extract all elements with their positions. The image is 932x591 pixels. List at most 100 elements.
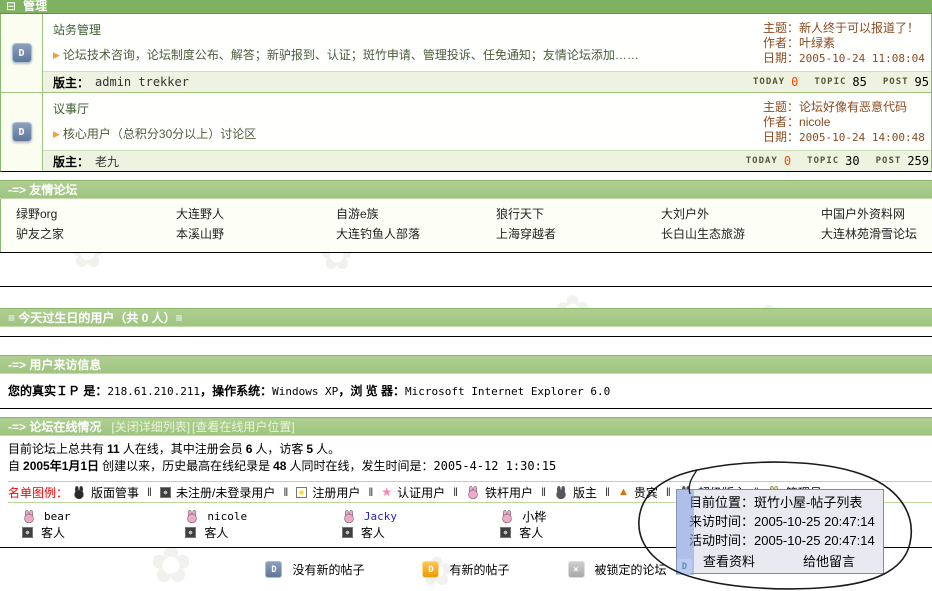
category-header-bar: ⊟ 管理	[0, 0, 932, 14]
username-link[interactable]: nicole	[207, 510, 247, 523]
guest-status-icon	[342, 527, 353, 538]
guest-bunny-icon	[500, 510, 514, 523]
online-stats-line1: 目前论坛上总共有11人在线，其中注册会员6人，访客5人。	[8, 441, 932, 458]
board-manager-bunny-icon	[72, 486, 86, 499]
friend-forum-link[interactable]: 狼行天下	[496, 206, 661, 223]
topic-count: 85	[852, 75, 866, 89]
location-label: 目前位置：	[689, 495, 754, 510]
view-online-users-link[interactable]: [查看在线用户位置]	[192, 418, 295, 435]
visit-time-value: 2005-10-25 20:47:14	[754, 514, 875, 529]
legend-label: 名单图例：	[8, 484, 68, 501]
category-title: 管理	[23, 0, 47, 13]
forum-name-link[interactable]: 议事厅	[53, 100, 89, 117]
forum-icon-cell: D	[1, 14, 43, 92]
moderator-bunny-icon	[554, 486, 568, 499]
last-subject-label: 主题：	[763, 100, 799, 114]
online-header-bar: -=> 论坛在线情况 [关闭详细列表][查看在线用户位置]	[0, 417, 932, 436]
friend-forum-link[interactable]: 长白山生态旅游	[661, 226, 821, 243]
visitor-os: Windows XP	[272, 385, 338, 398]
new-posts-icon: D	[422, 561, 439, 578]
visitor-section: -=> 用户来访信息 您的真实ＩＰ 是：218.61.210.211，操作系统：…	[0, 355, 932, 409]
visit-time-label: 来访时间：	[689, 514, 754, 529]
username-link[interactable]: bear	[44, 510, 71, 523]
forum-meta-strip: 版主： 老九 TODAY0 TOPIC30 POST259	[43, 150, 931, 171]
guest-bunny-icon	[22, 510, 36, 523]
certified-user-star-icon: ★	[381, 485, 392, 499]
last-date: 2005-10-24 11:08:04	[799, 52, 925, 65]
visitor-browser: Microsoft Internet Explorer 6.0	[405, 385, 610, 398]
guest-status-icon	[22, 527, 33, 538]
last-date-label: 日期：	[763, 130, 799, 144]
friend-forum-link[interactable]: 本溪山野	[176, 226, 336, 243]
forums-table: D 站务管理 ▶论坛技术咨询，论坛制度公布、解答；新驴报到、认证；斑竹申请、管理…	[0, 14, 932, 172]
last-author-link[interactable]: nicole	[799, 115, 830, 129]
last-subject-label: 主题：	[763, 21, 799, 35]
online-user-cell: bear 客人	[22, 508, 185, 540]
active-time-value: 2005-10-25 20:47:14	[754, 533, 875, 548]
collapse-icon[interactable]: ⊟	[6, 0, 16, 13]
legend-text: 有新的帖子	[449, 561, 509, 578]
forum-page: ✿ ✿ ✿ ✿ ✿ ✿ ✿ ✿ ⊟ 管理 D 站务管理 ▶	[0, 0, 932, 591]
forum-description: ▶核心用户（总积分30分以上）讨论区	[53, 125, 763, 142]
visitor-ip: 218.61.210.211	[107, 385, 200, 398]
view-profile-link[interactable]: 查看资料	[703, 552, 755, 571]
online-title: -=> 论坛在线情况	[8, 418, 101, 435]
forum-name-link[interactable]: 站务管理	[53, 21, 101, 38]
birthday-section: ≡ 今天过生日的用户（共 0 人）≡	[0, 308, 932, 337]
friend-forum-link[interactable]: 大连林苑滑雪论坛	[821, 226, 932, 243]
friend-forum-link[interactable]: 绿野org	[16, 206, 176, 223]
friend-forum-link[interactable]: 上海穿越者	[496, 226, 661, 243]
last-subject-link[interactable]: 新人终于可以报道了！	[799, 21, 919, 35]
friends-section: -=> 友情论坛 绿野org 大连野人 自游e族 狼行天下 大刘户外 中国户外资…	[0, 180, 932, 253]
user-role: 客人	[519, 524, 543, 541]
username-link[interactable]: 小桦	[522, 508, 546, 525]
moderator-links[interactable]: admin trekker	[95, 75, 189, 89]
friend-forum-link[interactable]: 大连钓鱼人部落	[336, 226, 496, 243]
friend-forum-link[interactable]: 中国户外资料网	[821, 206, 932, 223]
no-new-posts-icon: D	[12, 43, 32, 63]
friend-forum-link[interactable]: 大连野人	[176, 206, 336, 223]
arrow-icon: ▶	[53, 129, 60, 139]
moderator-label: 版主：	[53, 153, 89, 170]
today-count: 0	[784, 154, 791, 168]
birthday-header-bar: ≡ 今天过生日的用户（共 0 人）≡	[0, 308, 932, 327]
friend-forum-link[interactable]: 自游e族	[336, 206, 496, 223]
last-author-link[interactable]: 叶绿素	[799, 36, 835, 50]
friends-title: -=> 友情论坛	[8, 181, 77, 198]
forum-stats: TODAY0 TOPIC85 POST95	[753, 75, 931, 89]
user-info-tooltip: 目前位置：斑竹小屋-帖子列表 来访时间：2005-10-25 20:47:14 …	[676, 489, 884, 574]
guest-bunny-icon	[185, 510, 199, 523]
forum-description: ▶论坛技术咨询，论坛制度公布、解答；新驴报到、认证；斑竹申请、管理投诉、任免通知…	[53, 46, 763, 63]
leave-message-link[interactable]: 给他留言	[803, 552, 855, 571]
last-date-label: 日期：	[763, 51, 799, 65]
friends-header-bar: -=> 友情论坛	[0, 180, 932, 199]
vip-triangle-icon: ▲	[618, 486, 629, 498]
online-user-cell: 小桦 客人	[500, 508, 676, 540]
username-link[interactable]: Jacky	[364, 510, 397, 523]
last-subject-link[interactable]: 论坛好像有恶意代码	[799, 100, 907, 114]
friend-forum-link[interactable]: 大刘户外	[661, 206, 821, 223]
friends-links-grid: 绿野org 大连野人 自游e族 狼行天下 大刘户外 中国户外资料网 驴友之家 本…	[0, 199, 932, 252]
no-new-posts-icon: D	[12, 122, 32, 142]
moderator-links[interactable]: 老九	[95, 153, 119, 170]
arrow-icon: ▶	[53, 50, 60, 60]
online-stats-line2: 自2005年1月1日创建以来，历史最高在线纪录是48人同时在线，发生时间是：20…	[8, 458, 932, 475]
online-user-cell: Jacky 客人	[342, 508, 500, 540]
user-role: 客人	[204, 524, 228, 541]
forum-icon-cell: D	[1, 93, 43, 171]
friend-forum-link[interactable]: 驴友之家	[16, 226, 176, 243]
user-role: 客人	[41, 524, 65, 541]
forum-row: D 议事厅 ▶核心用户（总积分30分以上）讨论区 主题：论坛好像有恶意代码 作者…	[1, 93, 931, 171]
post-count: 95	[915, 75, 929, 89]
last-author-label: 作者：	[763, 36, 799, 50]
user-role: 客人	[361, 524, 385, 541]
forum-stats: TODAY0 TOPIC30 POST259	[746, 154, 931, 168]
loyal-user-bunny-icon	[466, 486, 480, 499]
close-detail-list-link[interactable]: [关闭详细列表]	[111, 418, 190, 435]
selection-highlight-strip: D	[676, 489, 694, 575]
no-new-posts-icon: D	[265, 561, 282, 578]
forum-row: D 站务管理 ▶论坛技术咨询，论坛制度公布、解答；新驴报到、认证；斑竹申请、管理…	[1, 14, 931, 93]
today-count: 0	[791, 75, 798, 89]
legend-text: 被锁定的论坛	[595, 561, 667, 578]
moderator-label: 版主：	[53, 74, 89, 91]
